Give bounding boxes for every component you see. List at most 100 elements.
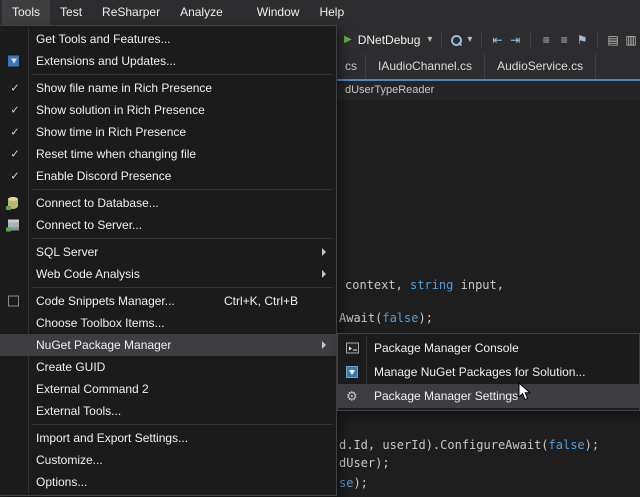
code-line: context, string input, [345,278,504,293]
menu-item-label: Enable Discord Presence [36,169,171,183]
menu-item-nuget-package-manager[interactable]: NuGet Package Manager [0,334,336,356]
menu-bar: Tools Test ReSharper Analyze Window Help [0,0,640,25]
debug-target-dropdown[interactable]: DNetDebug [358,33,421,47]
menu-item-label: Extensions and Updates... [36,54,176,68]
menu-separator [32,287,333,288]
server-connect-icon [8,220,19,231]
checkmark-icon: ✓ [7,126,23,139]
code-line: se); [339,476,368,491]
menu-item-extensions-and-updates[interactable]: Extensions and Updates... [0,50,336,72]
menu-item-label: NuGet Package Manager [36,338,171,352]
menu-item-import-export-settings[interactable]: Import and Export Settings... [0,427,336,449]
checkmark-icon: ✓ [7,148,23,161]
navigate-forward-icon[interactable]: ⇥ [506,33,524,47]
nuget-packages-icon [346,366,358,378]
menu-separator [32,238,333,239]
menu-item-show-solution[interactable]: ✓ Show solution in Rich Presence [0,99,336,121]
menu-item-sql-server[interactable]: SQL Server [0,241,336,263]
menu-item-label: Web Code Analysis [36,267,140,281]
menu-item-label: Show file name in Rich Presence [36,81,212,95]
menubar-item-test[interactable]: Test [50,0,92,25]
tools-menu: Get Tools and Features... Extensions and… [0,25,337,496]
menu-item-reset-time[interactable]: ✓ Reset time when changing file [0,143,336,165]
navigate-backward-icon[interactable]: ⇤ [488,33,506,47]
menu-item-label: Code Snippets Manager... [36,294,175,308]
menu-item-web-code-analysis[interactable]: Web Code Analysis [0,263,336,285]
toolbar-separator [481,31,482,48]
menu-item-label: Get Tools and Features... [36,32,171,46]
menu-item-enable-discord-presence[interactable]: ✓ Enable Discord Presence [0,165,336,187]
submenu-item-label: Manage NuGet Packages for Solution... [374,365,585,379]
search-icon[interactable] [450,34,462,46]
toolbar-separator [441,31,442,48]
code-snippets-icon [8,296,19,307]
menubar-item-resharper[interactable]: ReSharper [92,0,170,25]
navbar-type-name[interactable]: dUserTypeReader [345,81,434,100]
menu-item-label: Customize... [36,453,103,467]
bookmark-icon[interactable]: ⚑ [573,33,591,47]
submenu-arrow-icon [322,248,326,256]
menu-item-external-command-2[interactable]: External Command 2 [0,378,336,400]
menu-item-label: Create GUID [36,360,105,374]
menu-separator [32,424,333,425]
menu-item-choose-toolbox-items[interactable]: Choose Toolbox Items... [0,312,336,334]
toolbar-separator [530,31,531,48]
menu-item-customize[interactable]: Customize... [0,449,336,471]
code-line: dUser); [339,456,390,471]
submenu-arrow-icon [322,341,326,349]
line-list-icon[interactable]: ≡ [537,33,555,47]
chevron-down-icon[interactable]: ▾ [427,34,432,45]
submenu-item-label: Package Manager Settings [374,389,518,403]
menu-item-connect-to-server[interactable]: Connect to Server... [0,214,336,236]
menu-item-label: Show time in Rich Presence [36,125,186,139]
menu-item-connect-to-database[interactable]: Connect to Database... [0,192,336,214]
tab-iaudiochannel[interactable]: IAudioChannel.cs [366,54,485,79]
submenu-item-package-manager-console[interactable]: Package Manager Console [338,336,639,360]
line-list-alt-icon[interactable]: ≡ [555,33,573,47]
menubar-item-analyze[interactable]: Analyze [170,0,233,25]
menu-item-label: Options... [36,475,87,489]
menu-item-external-tools[interactable]: External Tools... [0,400,336,422]
extensions-icon [8,56,19,67]
menubar-item-window[interactable]: Window [247,0,310,25]
tab-document-cropped[interactable]: cs [337,54,366,79]
menu-item-shortcut: Ctrl+K, Ctrl+B [224,294,328,308]
menu-item-get-tools-and-features[interactable]: Get Tools and Features... [0,28,336,50]
menu-item-label: Import and Export Settings... [36,431,188,445]
submenu-arrow-icon [322,270,326,278]
menu-item-label: External Tools... [36,404,121,418]
menu-item-label: Connect to Server... [36,218,142,232]
menu-item-show-time[interactable]: ✓ Show time in Rich Presence [0,121,336,143]
code-line: Await(false); [339,311,433,326]
submenu-item-package-manager-settings[interactable]: ⚙ Package Manager Settings [338,384,639,408]
start-debug-icon[interactable]: ▶ [344,34,352,45]
menu-item-label: Show solution in Rich Presence [36,103,205,117]
toolbar-separator [597,31,598,48]
menu-item-options[interactable]: Options... [0,471,336,493]
menubar-item-help[interactable]: Help [309,0,354,25]
uncomment-icon[interactable]: ▥ [622,33,640,47]
menu-item-code-snippets-manager[interactable]: Code Snippets Manager... Ctrl+K, Ctrl+B [0,290,336,312]
console-icon [346,343,359,354]
comment-icon[interactable]: ▤ [604,33,622,47]
menu-item-label: External Command 2 [36,382,149,396]
menu-item-label: Reset time when changing file [36,147,196,161]
menu-separator [32,74,333,75]
tab-audioservice[interactable]: AudioService.cs [485,54,596,79]
gear-icon: ⚙ [346,390,358,403]
menu-item-label: SQL Server [36,245,98,259]
nuget-package-manager-submenu: Package Manager Console Manage NuGet Pac… [337,333,640,411]
checkmark-icon: ✓ [7,170,23,183]
menubar-gap [233,0,247,25]
chevron-down-icon[interactable]: ▾ [467,34,472,45]
menu-separator [32,189,333,190]
menu-item-create-guid[interactable]: Create GUID [0,356,336,378]
database-connect-icon [8,197,18,209]
menu-item-label: Connect to Database... [36,196,159,210]
checkmark-icon: ✓ [7,104,23,117]
menubar-item-tools[interactable]: Tools [2,0,50,25]
menu-item-show-file-name[interactable]: ✓ Show file name in Rich Presence [0,77,336,99]
submenu-item-manage-nuget-packages[interactable]: Manage NuGet Packages for Solution... [338,360,639,384]
code-line: d.Id, userId).ConfigureAwait(false); [339,438,599,453]
submenu-item-label: Package Manager Console [374,341,519,355]
